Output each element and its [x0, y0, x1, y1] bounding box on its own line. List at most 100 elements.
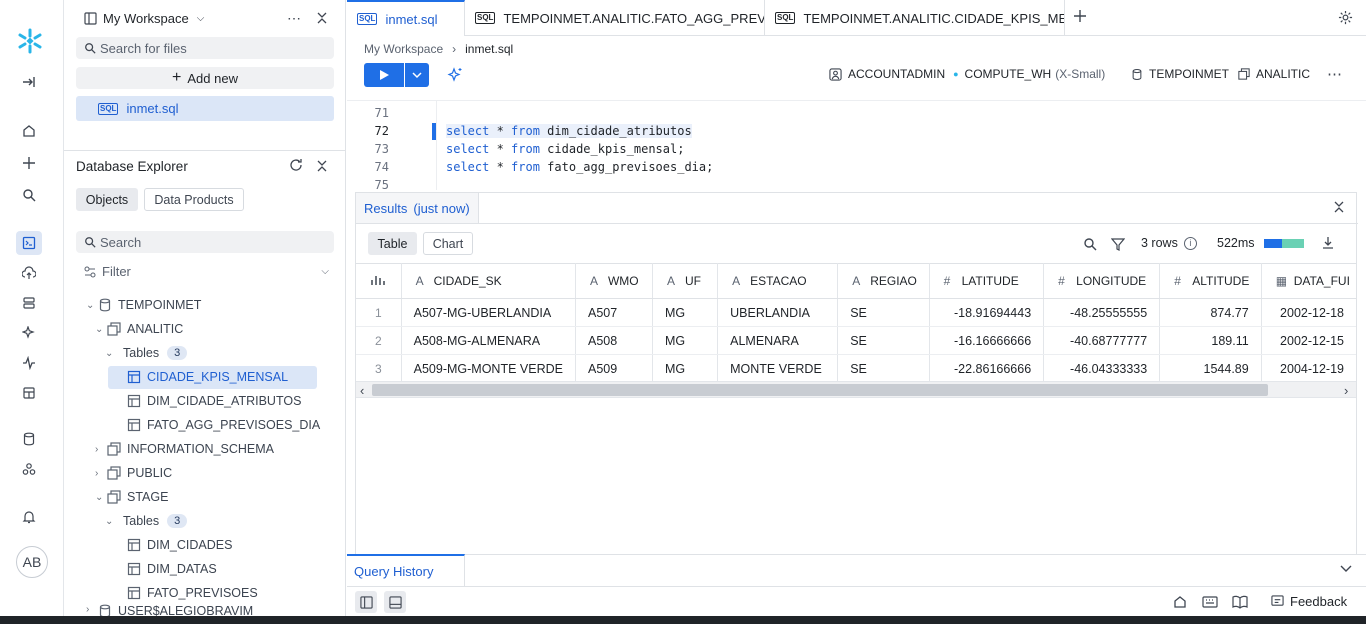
column-header[interactable]: A CIDADE_SK	[401, 263, 576, 299]
download-icon[interactable]	[1321, 236, 1335, 250]
table-cell[interactable]: -16.16666666	[929, 326, 1045, 355]
column-header[interactable]: # LATITUDE	[929, 263, 1045, 299]
tree-item-dim-cidade-atributos[interactable]: DIM_CIDADE_ATRIBUTOS	[127, 390, 301, 412]
table-cell[interactable]: A509	[575, 354, 653, 383]
table-cell[interactable]: 874.77	[1159, 298, 1262, 327]
data-icon[interactable]	[18, 292, 40, 314]
tree-item-user-db[interactable]: › USER$ALEGIOBRAVIM	[86, 604, 253, 616]
table-view-button[interactable]: Table	[368, 232, 417, 255]
table-row[interactable]: 3 A509-MG-MONTE VERDE A509 MG MONTE VERD…	[356, 354, 1356, 383]
table-cell[interactable]: 189.11	[1159, 326, 1262, 355]
search-icon[interactable]	[1083, 237, 1097, 251]
run-button[interactable]	[364, 63, 404, 87]
run-options-button[interactable]	[405, 63, 429, 87]
column-header[interactable]: A REGIAO	[837, 263, 930, 299]
table-cell[interactable]: -46.04333333	[1043, 354, 1161, 383]
context-selector[interactable]: ACCOUNTADMIN ● COMPUTE_WH (X-Small)	[829, 67, 1105, 81]
documentation-book-icon[interactable]	[1232, 595, 1248, 609]
ai-ml-icon[interactable]	[18, 322, 40, 344]
tree-item-tables[interactable]: ⌄ Tables 3	[105, 510, 188, 532]
column-header[interactable]: # ALTITUDE	[1159, 263, 1262, 299]
create-icon[interactable]	[18, 152, 40, 174]
code-editor[interactable]: 71 72 73 74 75 select * from dim_cidade_…	[347, 100, 1366, 190]
collapse-sidebar-icon[interactable]	[316, 11, 328, 25]
table-cell[interactable]: MG	[652, 326, 719, 355]
tab-inmet-sql[interactable]: SQL inmet.sql	[347, 0, 465, 36]
column-header[interactable]: # LONGITUDE	[1043, 263, 1161, 299]
worksheets-icon[interactable]	[16, 231, 42, 255]
table-cell[interactable]: A508	[575, 326, 653, 355]
table-cell[interactable]: UBERLANDIA	[717, 298, 839, 327]
results-tab[interactable]: Results (just now)	[356, 193, 479, 223]
tab-objects[interactable]: Objects	[76, 188, 138, 211]
tab-cidade-kpis-mensal[interactable]: SQL TEMPOINMET.ANALITIC.CIDADE_KPIS_MENS…	[765, 0, 1065, 36]
column-header[interactable]: A WMO	[575, 263, 653, 299]
database-selector[interactable]: TEMPOINMET ANALITIC	[1131, 67, 1310, 81]
table-cell[interactable]: SE	[837, 298, 930, 327]
table-cell[interactable]: A509-MG-MONTE VERDE	[401, 354, 576, 383]
table-cell[interactable]: SE	[837, 354, 930, 383]
snowflake-logo-icon[interactable]	[17, 28, 43, 54]
table-cell[interactable]: MONTE VERDE	[717, 354, 839, 383]
notifications-bell-icon[interactable]	[18, 506, 40, 528]
more-options-icon[interactable]: ⋯	[1327, 65, 1343, 83]
feedback-button[interactable]: Feedback	[1271, 594, 1347, 609]
home-icon[interactable]	[1173, 595, 1187, 609]
tree-item-dim-datas[interactable]: DIM_DATAS	[127, 558, 217, 580]
toggle-results-icon[interactable]	[384, 591, 406, 613]
info-icon[interactable]: i	[1183, 236, 1197, 250]
table-cell[interactable]: 2004-12-19	[1261, 354, 1356, 383]
tree-item-public[interactable]: › PUBLIC	[95, 462, 172, 484]
tree-item-tables[interactable]: ⌄ Tables 3	[105, 342, 188, 364]
table-cell[interactable]: 1544.89	[1159, 354, 1262, 383]
tree-item-tempoinmet[interactable]: ⌄ TEMPOINMET	[86, 294, 201, 316]
filter-button[interactable]: Filter ⌵	[84, 264, 329, 279]
column-header[interactable]: A ESTACAO	[717, 263, 839, 299]
scrollbar-thumb[interactable]	[372, 384, 1268, 396]
add-new-button[interactable]: + Add new	[76, 67, 334, 89]
table-cell[interactable]: A507-MG-UBERLANDIA	[401, 298, 576, 327]
chart-view-button[interactable]: Chart	[423, 232, 473, 255]
tree-item-fato-previsoes[interactable]: FATO_PREVISOES	[127, 582, 258, 604]
table-cell[interactable]: A508-MG-ALMENARA	[401, 326, 576, 355]
ai-assist-sparkle-icon[interactable]	[447, 67, 463, 83]
tree-item-dim-cidades[interactable]: DIM_CIDADES	[127, 534, 232, 556]
table-cell[interactable]: -40.68777777	[1043, 326, 1161, 355]
chevron-down-icon[interactable]	[1340, 564, 1352, 574]
home-icon[interactable]	[18, 120, 40, 142]
column-header[interactable]: ▦ DATA_FUI	[1261, 263, 1356, 299]
tree-item-cidade-kpis-mensal[interactable]: CIDADE_KPIS_MENSAL	[127, 366, 288, 388]
table-cell[interactable]: -48.25555555	[1043, 298, 1161, 327]
tree-item-information-schema[interactable]: › INFORMATION_SCHEMA	[95, 438, 274, 460]
table-cell[interactable]: SE	[837, 326, 930, 355]
tree-item-stage[interactable]: ⌄ STAGE	[95, 486, 168, 508]
tree-item-fato-agg-previsoes-dia[interactable]: FATO_AGG_PREVISOES_DIA	[127, 414, 320, 436]
refresh-icon[interactable]	[289, 158, 303, 172]
table-cell[interactable]: ALMENARA	[717, 326, 839, 355]
table-cell[interactable]: -22.86166666	[929, 354, 1045, 383]
breadcrumb-root[interactable]: My Workspace	[364, 42, 443, 56]
table-cell[interactable]: 2002-12-18	[1261, 298, 1356, 327]
marketplace-icon[interactable]	[18, 382, 40, 404]
object-search-input[interactable]: Search	[76, 231, 334, 253]
scroll-right-icon[interactable]: ›	[1344, 383, 1348, 398]
gear-icon[interactable]	[1338, 10, 1353, 25]
tab-fato-agg-previsoes[interactable]: SQL TEMPOINMET.ANALITIC.FATO_AGG_PREVISO…	[465, 0, 765, 36]
table-row[interactable]: 1 A507-MG-UBERLANDIA A507 MG UBERLANDIA …	[356, 298, 1356, 327]
horizontal-scrollbar[interactable]: ‹ ›	[356, 381, 1356, 398]
search-icon[interactable]	[18, 184, 40, 206]
toggle-sidebar-icon[interactable]	[355, 591, 377, 613]
data-upload-icon[interactable]	[18, 262, 40, 284]
column-header[interactable]: A UF	[652, 263, 719, 299]
collapse-explorer-icon[interactable]	[316, 159, 328, 173]
table-cell[interactable]: MG	[652, 298, 719, 327]
more-options-icon[interactable]: ⋯	[287, 10, 302, 27]
table-cell[interactable]: A507	[575, 298, 653, 327]
new-tab-plus-icon[interactable]	[1072, 8, 1088, 24]
expand-sidebar-icon[interactable]	[18, 71, 40, 93]
scroll-left-icon[interactable]: ‹	[360, 383, 364, 398]
avatar[interactable]: AB	[16, 546, 48, 578]
tab-data-products[interactable]: Data Products	[144, 188, 244, 211]
database-icon[interactable]	[18, 428, 40, 450]
file-item-inmet[interactable]: SQL inmet.sql	[76, 96, 334, 121]
